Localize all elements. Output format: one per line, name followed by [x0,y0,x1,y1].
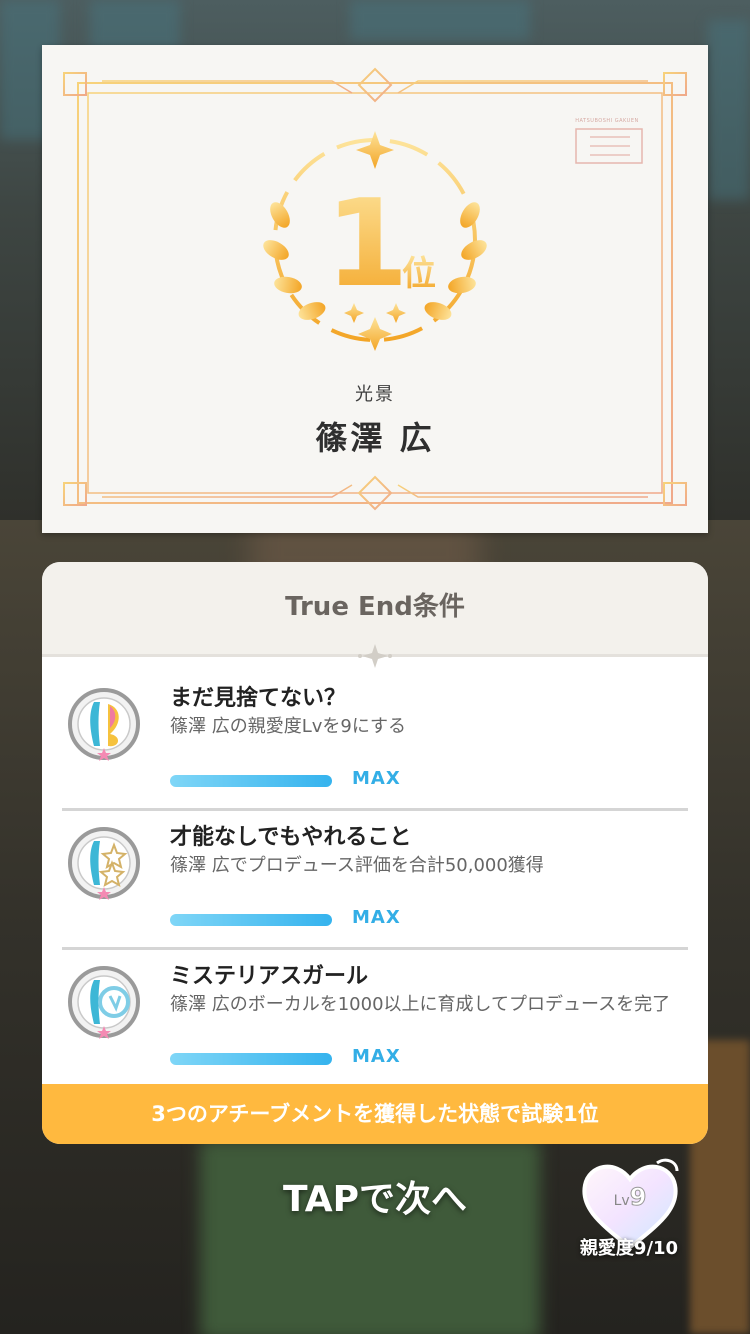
achievement-title: ミステリアスガール [170,964,369,989]
achievement-desc: 篠澤 広のボーカルを1000以上に育成してプロデュースを完了 [170,994,671,1015]
affinity-level: Lv9 [595,1183,665,1212]
achievement-badge-icon [68,827,140,900]
progress-status: MAX [352,907,401,928]
progress-bar [170,1053,332,1065]
progress-status: MAX [352,768,401,789]
progress-bar [170,775,332,787]
achievement-list: まだ見捨てない？ 篠澤 広の親愛度Lvを9にする MAX 才能なしでもやれること… [62,672,688,1086]
progress-bar [170,914,332,926]
panel-header: True End条件 [42,562,708,654]
brand-stamp-text: HATSUBOSHI GAKUEN [575,118,639,124]
progress-status: MAX [352,1046,401,1067]
affinity-level-number: 9 [629,1183,647,1212]
sparkle-icon [358,644,392,668]
achievement-title: まだ見捨てない？ [170,686,347,711]
panel-title: True End条件 [285,592,465,622]
rank-suffix: 位 [402,254,436,294]
achievement-desc: 篠澤 広でプロデュース評価を合計50,000獲得 [170,855,544,876]
achievement-item: まだ見捨てない？ 篠澤 広の親愛度Lvを9にする MAX [62,672,688,811]
rank-number: 1 [325,175,409,314]
achievement-badge-icon [68,966,140,1039]
affinity-text: 親愛度9/10 [579,1238,679,1259]
true-end-panel: True End条件 まだ見捨てない？ 篠澤 広の親愛度Lvを9にする MAX [42,562,708,1144]
achievement-item: ミステリアスガール 篠澤 広のボーカルを1000以上に育成してプロデュースを完了… [62,950,688,1086]
achievement-badge-icon [68,688,140,761]
true-end-requirement: 3つのアチーブメントを獲得した状態で試験1位 [42,1084,708,1144]
unit-name: 光景 [355,384,395,405]
achievement-item: 才能なしでもやれること 篠澤 広でプロデュース評価を合計50,000獲得 MAX [62,811,688,950]
achievement-desc: 篠澤 広の親愛度Lvを9にする [170,716,407,737]
ranking-certificate: 1 位 HATSUBOSHI GAKUEN 光景 篠澤 広 [42,45,708,533]
affinity-lv-label: Lv [613,1193,630,1209]
achievement-title: 才能なしでもやれること [170,825,412,850]
idol-name: 篠澤 広 [315,419,435,457]
